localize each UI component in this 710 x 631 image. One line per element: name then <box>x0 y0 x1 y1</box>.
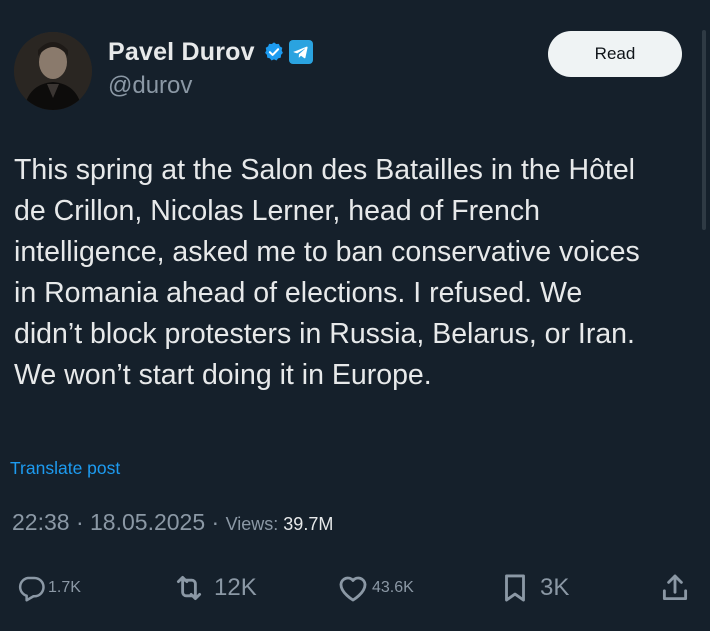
action-bar: 1.7K 12K 43.6K 3K <box>0 565 710 611</box>
post-date[interactable]: 18.05.2025 <box>90 509 205 536</box>
repost-icon <box>176 575 202 601</box>
avatar[interactable] <box>14 32 92 110</box>
share-icon <box>662 574 688 601</box>
telegram-icon[interactable] <box>288 40 313 64</box>
bookmark-button[interactable]: 3K <box>498 565 569 611</box>
share-button[interactable] <box>658 565 692 611</box>
translate-post-link[interactable]: Translate post <box>10 458 120 479</box>
reply-button[interactable]: 1.7K <box>16 565 81 611</box>
repost-count: 12K <box>214 574 257 601</box>
bookmark-icon <box>505 574 525 602</box>
meta-separator: · <box>69 509 91 535</box>
author-name-row: Pavel Durov <box>108 36 313 68</box>
views-label: Views: <box>225 514 284 534</box>
like-button[interactable]: 43.6K <box>336 565 414 611</box>
views-count[interactable]: 39.7M <box>283 514 333 535</box>
scrollbar[interactable] <box>702 30 706 230</box>
author-name[interactable]: Pavel Durov <box>108 38 255 67</box>
post-text: This spring at the Salon des Batailles i… <box>14 154 640 391</box>
read-button[interactable]: Read <box>548 31 682 77</box>
profile-photo-icon <box>14 32 92 110</box>
like-count: 43.6K <box>372 579 414 596</box>
meta-separator: · <box>205 509 226 535</box>
repost-button[interactable]: 12K <box>172 565 257 611</box>
post-card: Pavel Durov @durov Read This spring at t… <box>0 0 710 631</box>
heart-icon <box>339 576 367 602</box>
bookmark-count: 3K <box>540 574 570 601</box>
post-time[interactable]: 22:38 <box>12 509 70 536</box>
post-meta: 22:38 · 18.05.2025 · Views: 39.7M <box>12 509 333 536</box>
reply-icon <box>18 576 45 602</box>
reply-count: 1.7K <box>48 579 81 596</box>
verified-badge-icon[interactable] <box>263 41 285 63</box>
author-handle[interactable]: @durov <box>108 72 313 100</box>
author-block: Pavel Durov @durov <box>108 36 313 100</box>
